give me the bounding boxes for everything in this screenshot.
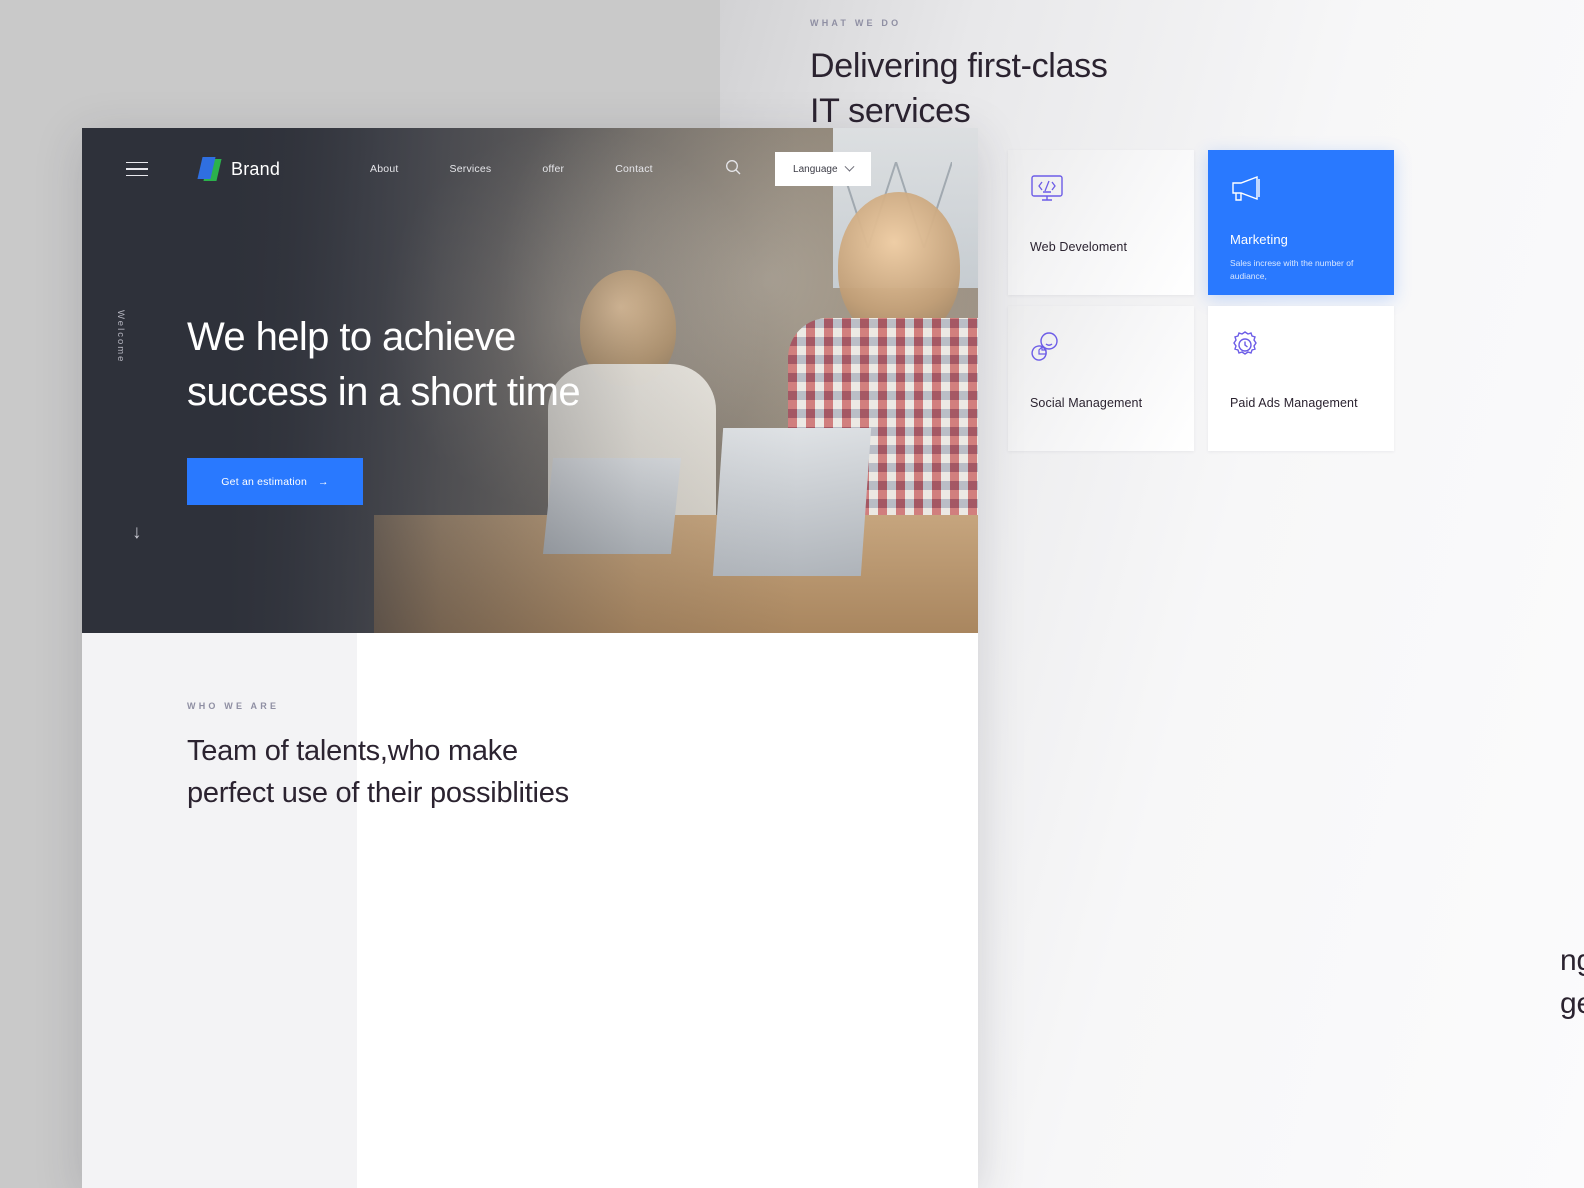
service-cards-grid: Web Develoment Marketing Sales increse w… [1008,150,1394,451]
hero-copy: We help to achieve success in a short ti… [187,310,581,506]
hero-heading: We help to achieve success in a short ti… [187,310,581,420]
hero-side-label: Welcome [115,310,126,364]
service-card-social-management[interactable]: Social Management [1008,306,1194,451]
service-card-marketing[interactable]: Marketing Sales increse with the number … [1208,150,1394,295]
who-heading: Team of talents,who make perfect use of … [187,731,569,815]
nav-link-offer[interactable]: offer [542,163,564,175]
nav-links: About Services offer Contact [370,163,653,175]
hero-heading-line2: success in a short time [187,370,581,415]
main-navbar: Brand About Services offer Contact Langu… [82,128,978,210]
language-label: Language [793,163,838,175]
arrow-down-icon[interactable]: ↓ [132,522,142,544]
clock-gear-icon [1230,330,1372,372]
who-we-are-eyebrow: WHO WE ARE [187,701,280,711]
chat-thumbsup-icon [1030,330,1172,372]
brand-logo[interactable]: Brand [197,157,281,181]
what-we-do-eyebrow: WHAT WE DO [810,18,902,28]
tree-heading-line2: ge =67 trees [1560,986,1584,1020]
what-we-do-title-line1: Delivering first-class [810,47,1108,85]
cta-label: Get an estimation [221,475,307,488]
code-monitor-icon [1030,174,1172,216]
megaphone-icon [1230,174,1372,216]
who-we-are-section: WHO WE ARE Team of talents,who make perf… [82,633,978,1188]
service-card-title: Marketing [1230,232,1288,247]
nav-link-about[interactable]: About [370,163,398,175]
who-header: WHO WE ARE Team of talents,who make perf… [187,701,569,815]
nav-link-contact[interactable]: Contact [615,163,653,175]
hero-section: Brand About Services offer Contact Langu… [82,128,978,633]
nav-link-services[interactable]: Services [450,163,492,175]
who-heading-line2: perfect use of their possiblities [187,776,569,809]
hero-heading-line1: We help to achieve [187,315,516,359]
service-card-title: Web Develoment [1030,240,1128,254]
tree-heading-line1: ng a tree [1560,944,1584,977]
get-estimation-button[interactable]: Get an estimation → [187,458,363,506]
chevron-down-icon [844,161,854,172]
hamburger-icon[interactable] [126,157,148,182]
service-card-subtitle: Sales increse with the number of audianc… [1230,258,1354,282]
search-icon[interactable] [725,159,741,180]
tree-section-heading: ng a tree ge =67 trees [1560,940,1584,1025]
service-card-title: Social Management [1030,396,1143,410]
who-heading-line1: Team of talents,who make [187,735,518,767]
what-we-do-title: Delivering first-class IT services [810,44,1108,134]
logo-mark-icon [197,157,222,181]
arrow-right-icon: → [318,475,329,488]
brand-name: Brand [231,158,281,179]
service-card-web-development[interactable]: Web Develoment [1008,150,1194,295]
language-selector[interactable]: Language [774,152,871,186]
main-website-mockup: Brand About Services offer Contact Langu… [82,128,978,1188]
what-we-do-header: WHAT WE DO Delivering first-class IT ser… [810,18,1108,134]
service-card-title: Paid Ads Management [1230,396,1358,410]
service-card-paid-ads-management[interactable]: Paid Ads Management [1208,306,1394,451]
